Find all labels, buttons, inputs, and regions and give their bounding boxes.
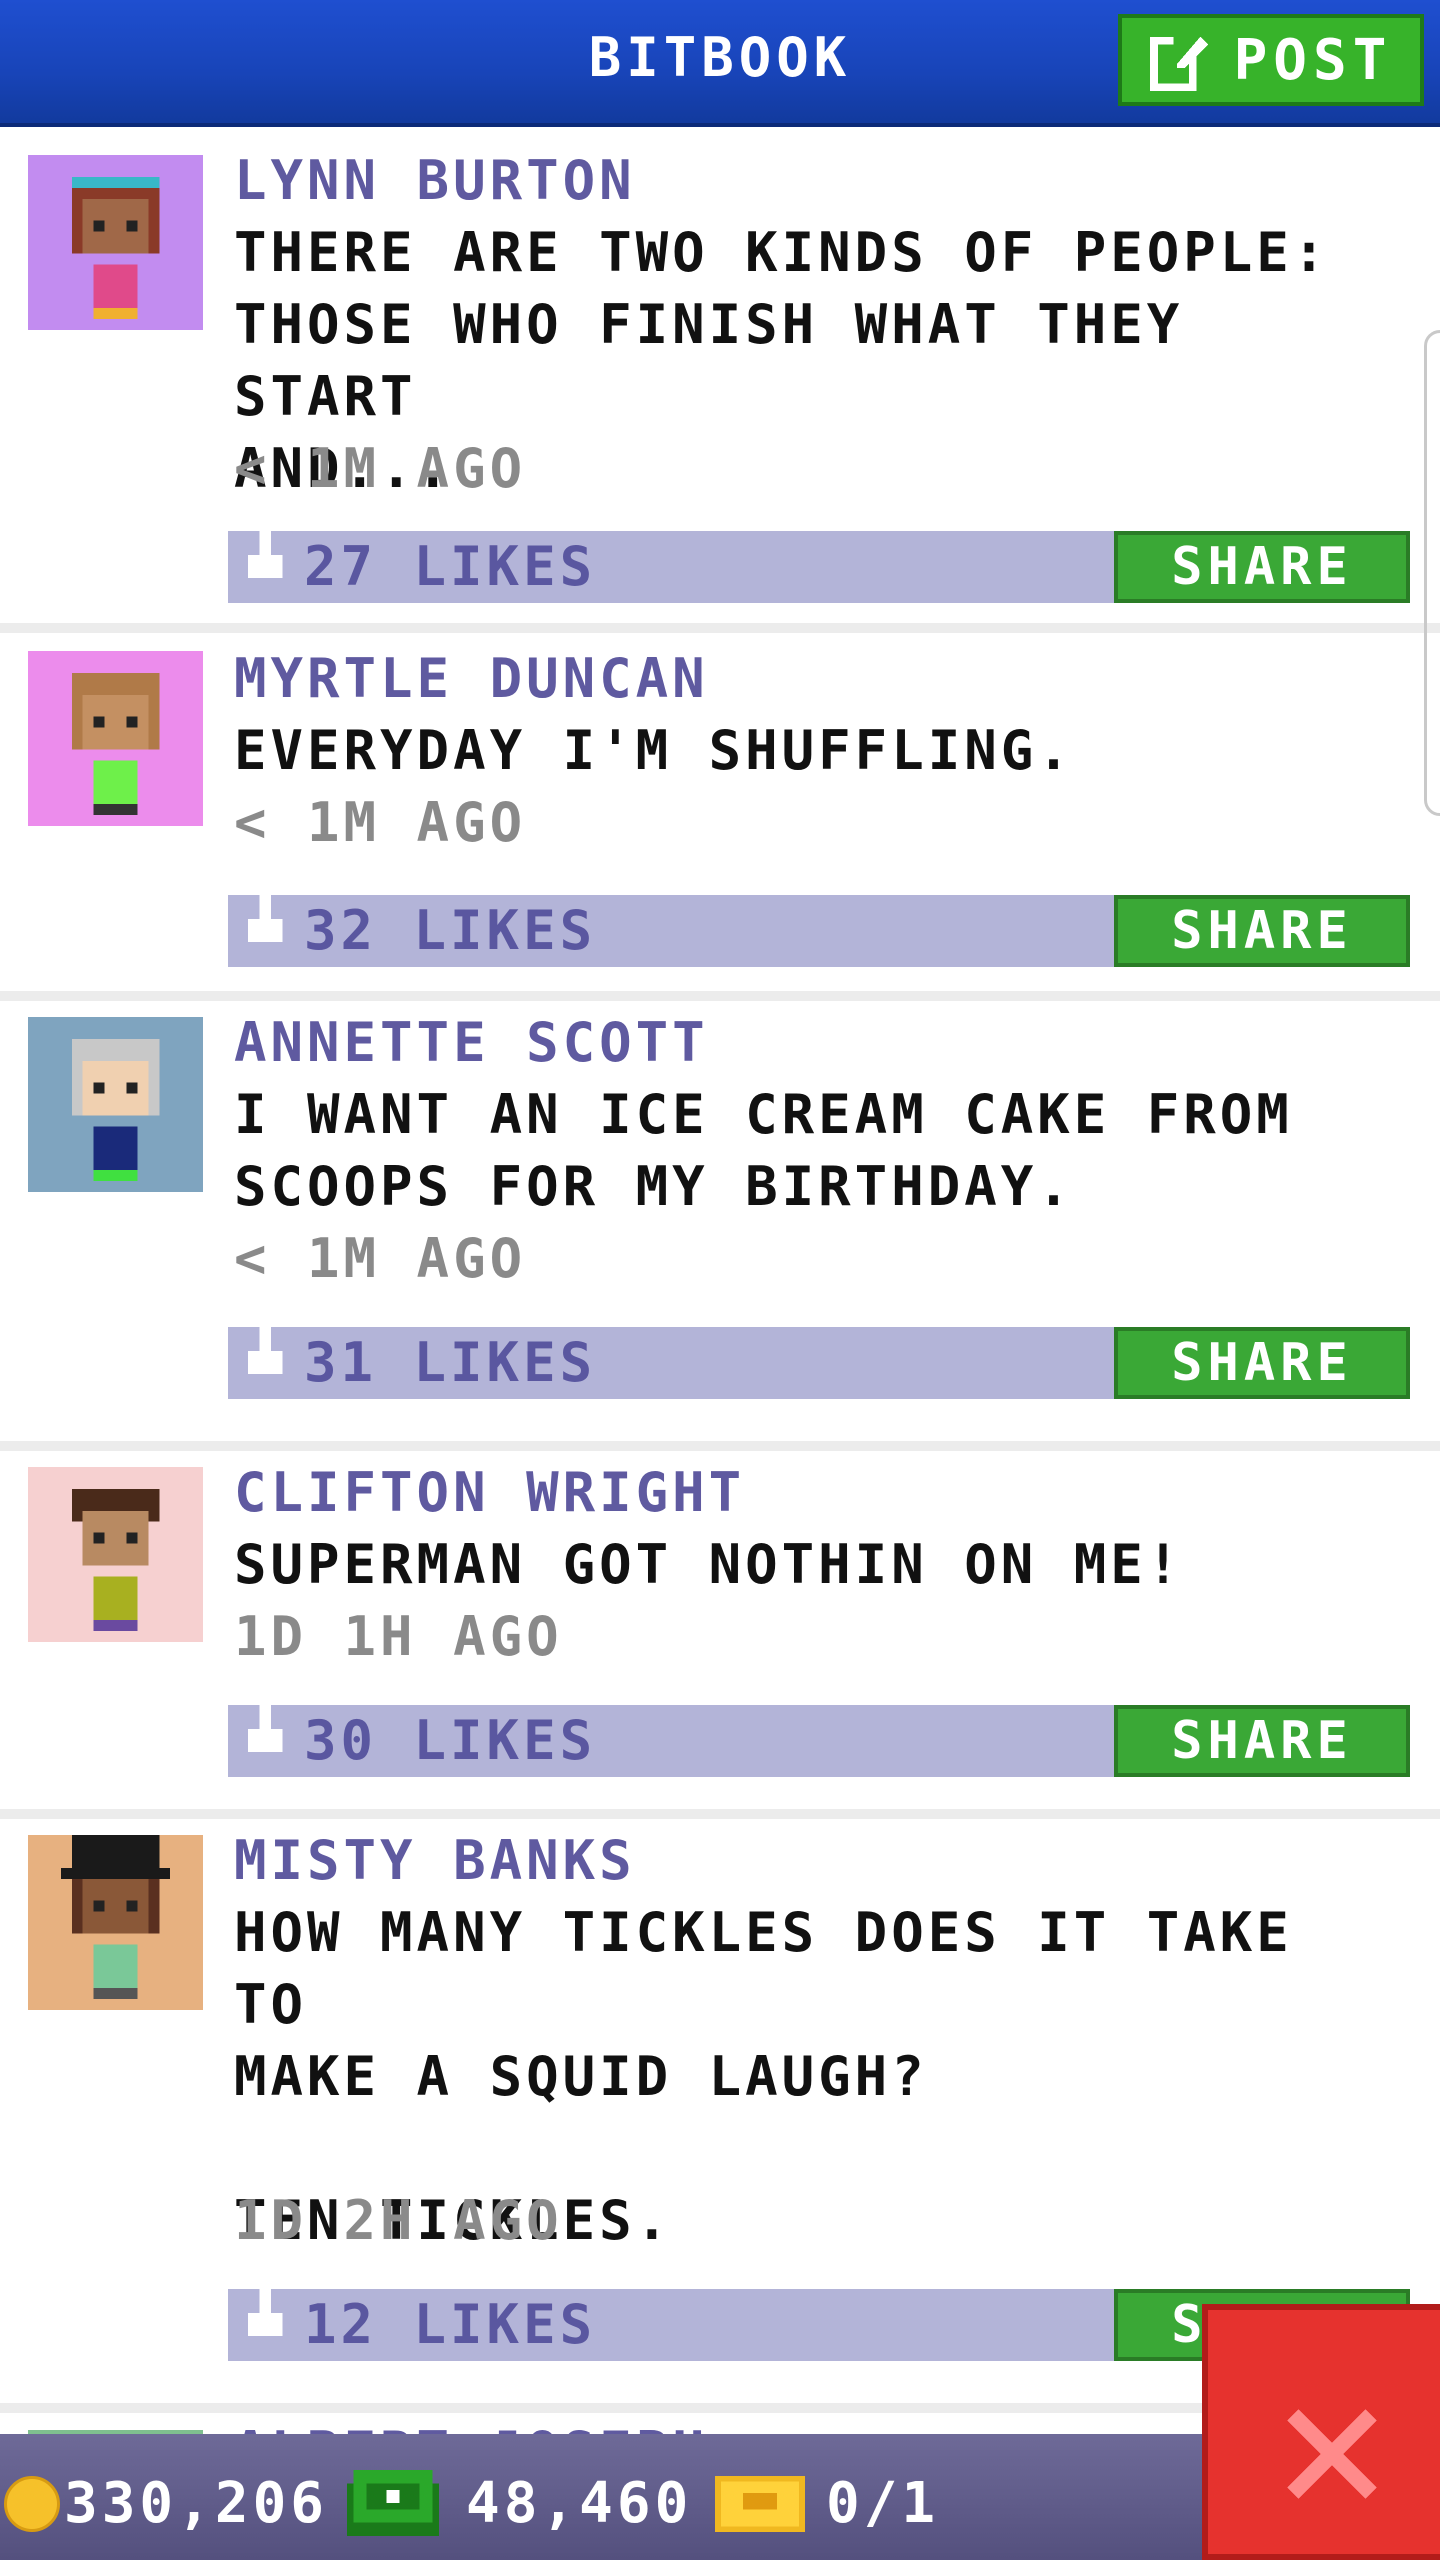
avatar — [28, 1017, 203, 1192]
ticket-icon — [715, 2476, 805, 2532]
close-button[interactable] — [1202, 2304, 1440, 2560]
app-header: BITBOOK POST — [0, 0, 1440, 127]
like-bar: 30 LIKES SHARE — [228, 1694, 1410, 1777]
post-time: 1D 2H AGO — [234, 2189, 563, 2252]
post-author[interactable]: MYRTLE DUNCAN — [234, 643, 709, 715]
post-message: I WANT AN ICE CREAM CAKE FROM SCOOPS FOR… — [234, 1083, 1293, 1218]
thumbs-up-icon[interactable] — [242, 519, 288, 591]
coin-count: 330,206 — [64, 2471, 329, 2536]
bux-icon — [347, 2470, 439, 2536]
thumbs-up-icon[interactable] — [242, 1693, 288, 1765]
avatar — [28, 155, 203, 330]
share-button[interactable]: SHARE — [1114, 1327, 1410, 1399]
edit-icon — [1149, 32, 1208, 91]
like-count: 30 LIKES — [304, 1709, 597, 1772]
post-author[interactable]: MISTY BANKS — [234, 1825, 636, 1897]
share-button[interactable]: SHARE — [1114, 1705, 1410, 1777]
share-button[interactable]: SHARE — [1114, 531, 1410, 603]
post-time: < 1M AGO — [234, 1227, 527, 1290]
post-time: < 1M AGO — [234, 791, 527, 854]
post-time: < 1M AGO — [234, 437, 527, 500]
post-author[interactable]: ANNETTE SCOTT — [234, 1007, 709, 1079]
like-count: 31 LIKES — [304, 1331, 597, 1394]
post-feed[interactable]: LYNN BURTON THERE ARE TWO KINDS OF PEOPL… — [0, 127, 1440, 2413]
share-button[interactable]: SHARE — [1114, 895, 1410, 967]
post-author[interactable]: LYNN BURTON — [234, 145, 636, 217]
like-count: 27 LIKES — [304, 535, 597, 598]
post-button-label: POST — [1233, 27, 1393, 93]
bux-count: 48,460 — [466, 2471, 693, 2536]
like-bar: 32 LIKES SHARE — [228, 884, 1410, 967]
post-button[interactable]: POST — [1118, 14, 1424, 106]
feed-post: LYNN BURTON THERE ARE TWO KINDS OF PEOPL… — [0, 127, 1440, 633]
post-time: 1D 1H AGO — [234, 1605, 563, 1668]
ticket-count: 0/1 — [826, 2471, 940, 2536]
thumbs-up-icon[interactable] — [242, 2277, 288, 2349]
close-icon — [1287, 2409, 1377, 2499]
feed-post: CLIFTON WRIGHT SUPERMAN GOT NOTHIN ON ME… — [0, 1451, 1440, 1819]
like-bar: 31 LIKES SHARE — [228, 1316, 1410, 1399]
scrollbar[interactable] — [1424, 330, 1440, 816]
post-message: SUPERMAN GOT NOTHIN ON ME! — [234, 1533, 1184, 1596]
coin-icon — [4, 2476, 60, 2532]
post-author[interactable]: CLIFTON WRIGHT — [234, 1457, 745, 1529]
like-count: 12 LIKES — [304, 2293, 597, 2356]
like-bar: 27 LIKES SHARE — [228, 520, 1410, 603]
thumbs-up-icon[interactable] — [242, 883, 288, 955]
feed-post: ANNETTE SCOTT I WANT AN ICE CREAM CAKE F… — [0, 1001, 1440, 1451]
feed-post: MYRTLE DUNCAN EVERYDAY I'M SHUFFLING. < … — [0, 633, 1440, 1001]
post-message: EVERYDAY I'M SHUFFLING. — [234, 719, 1074, 782]
avatar — [28, 1835, 203, 2010]
avatar — [28, 1467, 203, 1642]
avatar — [28, 651, 203, 826]
like-count: 32 LIKES — [304, 899, 597, 962]
thumbs-up-icon[interactable] — [242, 1315, 288, 1387]
